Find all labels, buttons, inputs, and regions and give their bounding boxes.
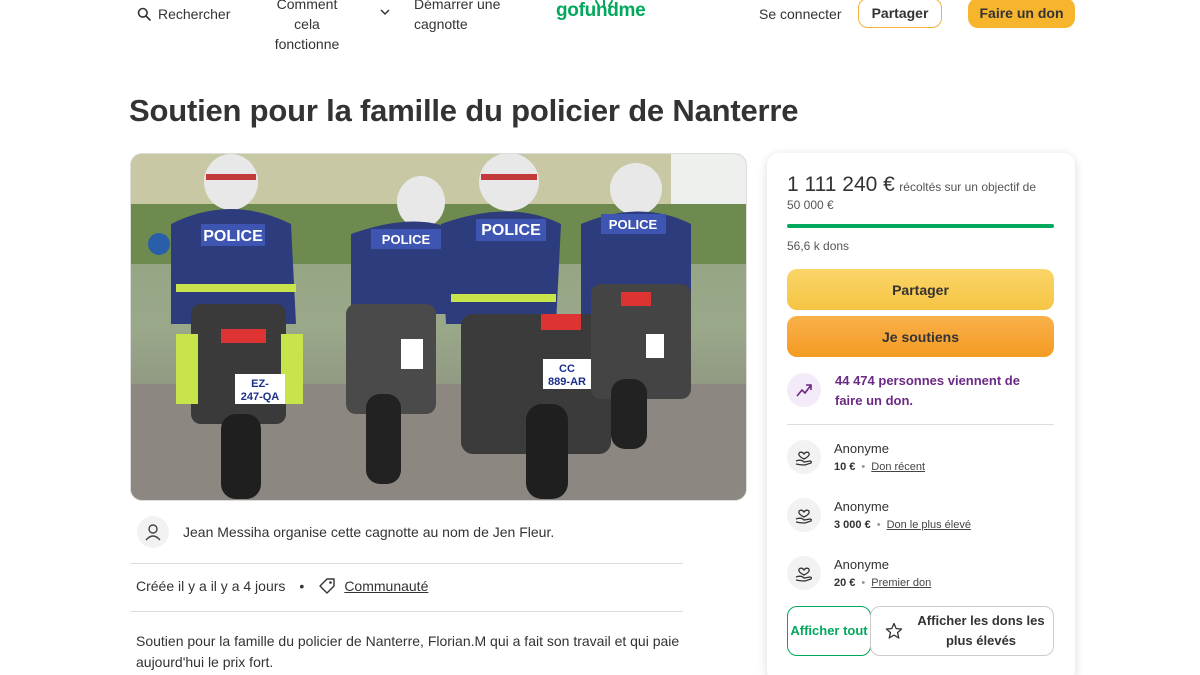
svg-text:POLICE: POLICE	[609, 217, 658, 232]
donor-avatar	[787, 556, 821, 590]
trend-notice: 44 474 personnes viennent de faire un do…	[787, 371, 1045, 411]
svg-text:247-QA: 247-QA	[241, 391, 280, 403]
campaign-description: Soutien pour la famille du policier de N…	[136, 633, 680, 670]
top-nav: Rechercher Comment cela fonctionne Démar…	[0, 0, 1200, 52]
organizer-text: Jean Messiha organise cette cagnotte au …	[183, 524, 555, 540]
search-link[interactable]: Rechercher	[137, 6, 230, 22]
svg-text:EZ-: EZ-	[251, 378, 269, 390]
user-icon	[145, 524, 161, 541]
goal-amount: 50 000 €	[787, 198, 834, 212]
donation-card: 1 111 240 € récoltés sur un objectif de …	[767, 153, 1075, 675]
raised-amount: 1 111 240 €	[787, 173, 895, 196]
created-date: Créée il y a il y a 4 jours	[136, 578, 286, 594]
search-icon	[137, 7, 151, 21]
donor-avatar	[787, 440, 821, 474]
chevron-down-icon[interactable]	[379, 6, 391, 18]
star-icon	[885, 622, 903, 639]
separator-dot: •	[876, 519, 881, 531]
heart-hand-icon	[795, 451, 812, 466]
donation-item: Anonyme 10 € • Don récent	[787, 440, 925, 476]
organizer-avatar[interactable]	[137, 516, 169, 548]
divider	[130, 611, 683, 612]
campaign-meta: Créée il y a il y a 4 jours • Communauté	[136, 577, 428, 595]
page-title: Soutien pour la famille du policier de N…	[129, 93, 799, 128]
svg-text:POLICE: POLICE	[481, 222, 541, 239]
trend-text: 44 474 personnes viennent de faire un do…	[835, 373, 1020, 408]
show-top-donations-label: Afficher les dons les plus élevés	[917, 613, 1045, 648]
svg-text:POLICE: POLICE	[203, 228, 263, 245]
campaign-hero-image[interactable]: POLICE EZ- 247-QA POLICE POLICE CC 889-A…	[130, 153, 747, 501]
divider	[130, 563, 683, 564]
separator-dot: •	[861, 461, 866, 473]
start-campaign-link[interactable]: Démarrer une cagnotte	[414, 0, 514, 34]
share-button[interactable]: Partager	[787, 269, 1054, 310]
donations-count: 56,6 k dons	[787, 239, 850, 253]
donor-avatar	[787, 498, 821, 532]
progress-fill	[787, 224, 1054, 228]
svg-text:POLICE: POLICE	[382, 232, 431, 247]
donation-item: Anonyme 20 € • Premier don	[787, 556, 931, 592]
donation-label[interactable]: Don le plus élevé	[887, 519, 971, 531]
donation-amount: 20 €	[834, 577, 856, 589]
organizer-row: Jean Messiha organise cette cagnotte au …	[137, 516, 554, 548]
share-button-top[interactable]: Partager	[858, 0, 942, 28]
svg-text:CC: CC	[559, 363, 575, 375]
separator-dot: •	[861, 577, 866, 589]
donor-name: Anonyme	[834, 557, 889, 572]
trend-icon-wrap	[787, 373, 821, 407]
raised-line: 1 111 240 € récoltés sur un objectif de	[787, 173, 1057, 197]
donor-name: Anonyme	[834, 499, 889, 514]
raised-text: récoltés sur un objectif de	[899, 180, 1037, 194]
svg-text:889-AR: 889-AR	[548, 376, 586, 388]
show-top-donations-button[interactable]: Afficher les dons les plus élevés	[870, 606, 1054, 656]
login-link[interactable]: Se connecter	[759, 6, 842, 22]
trend-up-icon	[796, 384, 812, 397]
support-button[interactable]: Je soutiens	[787, 316, 1054, 357]
how-it-works-link[interactable]: Comment cela fonctionne	[262, 0, 352, 54]
heart-hand-icon	[795, 567, 812, 582]
donation-label[interactable]: Don récent	[871, 461, 925, 473]
donate-button-top[interactable]: Faire un don	[968, 0, 1075, 28]
separator-dot: •	[299, 578, 305, 594]
category-link[interactable]: Communauté	[344, 578, 428, 594]
tag-icon	[319, 578, 336, 594]
search-label: Rechercher	[158, 6, 231, 22]
donation-label[interactable]: Premier don	[871, 577, 931, 589]
donation-amount: 10 €	[834, 461, 856, 473]
progress-bar	[787, 224, 1054, 228]
police-motorcycles-image: POLICE EZ- 247-QA POLICE POLICE CC 889-A…	[131, 154, 746, 500]
divider	[787, 424, 1054, 425]
show-all-button[interactable]: Afficher tout	[787, 606, 871, 656]
donor-name: Anonyme	[834, 441, 889, 456]
donation-item: Anonyme 3 000 € • Don le plus élevé	[787, 498, 971, 534]
heart-hand-icon	[795, 509, 812, 524]
donation-amount: 3 000 €	[834, 519, 871, 531]
logo-sun-icon	[595, 0, 613, 7]
